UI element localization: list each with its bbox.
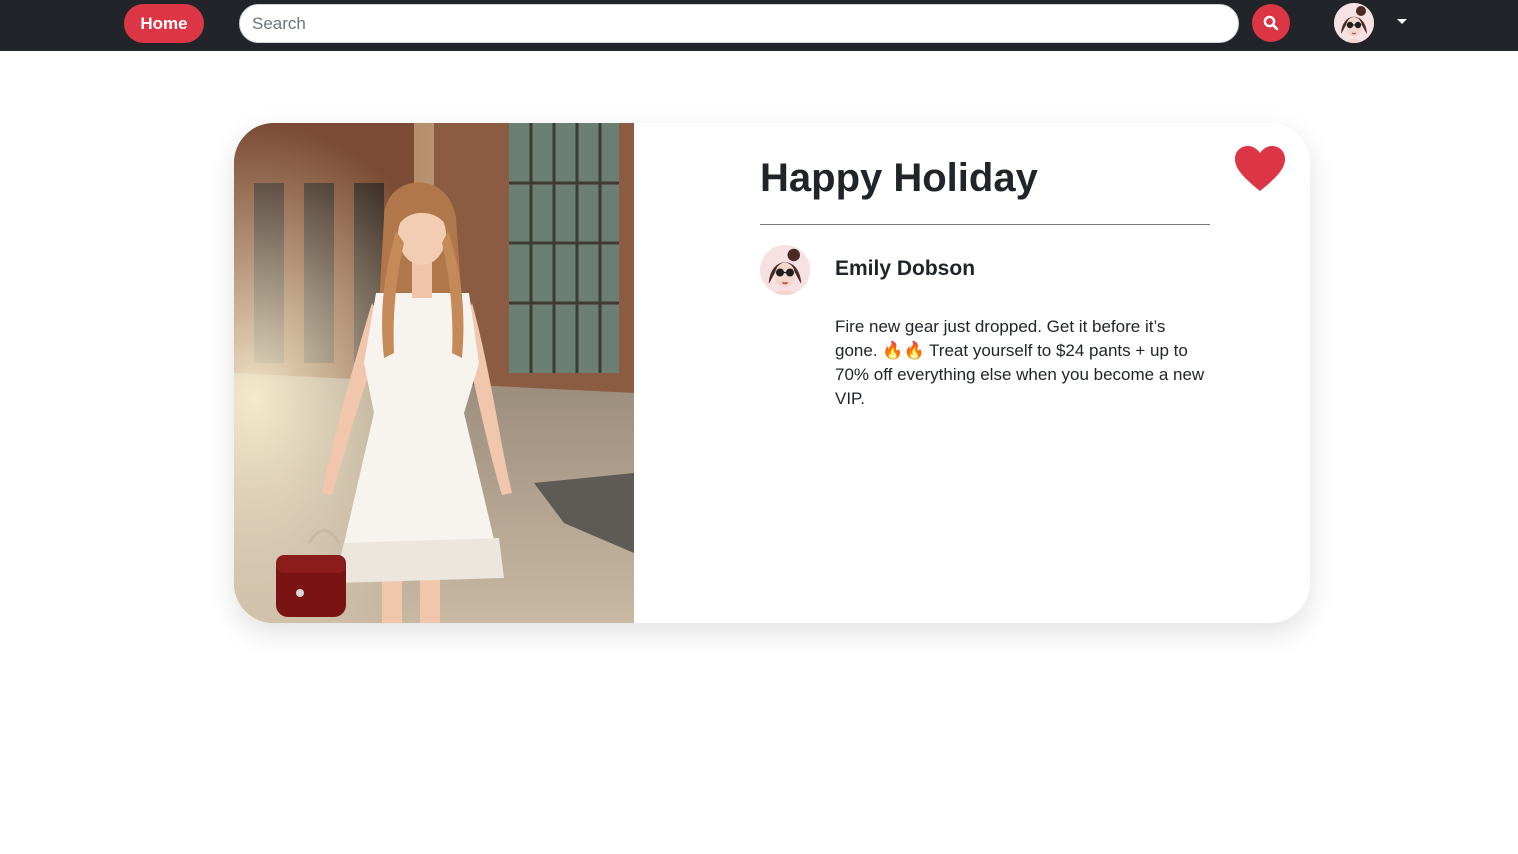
user-avatar[interactable] [1334,3,1374,43]
heart-icon[interactable] [1234,145,1286,193]
post-content: Happy Holiday Emily Dobson Fire new gear… [760,123,1210,623]
post-title: Happy Holiday [760,156,1038,200]
title-divider [760,224,1210,225]
author-name[interactable]: Emily Dobson [835,257,975,281]
home-button[interactable]: Home [124,4,204,43]
post-card: Happy Holiday Emily Dobson Fire new gear… [234,123,1310,623]
search-button[interactable] [1252,4,1290,42]
top-navbar: Home [0,0,1518,51]
post-text: Fire new gear just dropped. Get it befor… [835,315,1207,411]
search-input[interactable] [239,4,1239,43]
user-avatar-illustration [1334,3,1374,43]
author-avatar-illustration [760,245,810,295]
post-photo [234,123,634,623]
fire-emoji: 🔥🔥 [882,341,925,360]
caret-down-icon[interactable] [1396,18,1408,26]
search-icon [1263,15,1279,31]
author-avatar[interactable] [760,245,810,295]
